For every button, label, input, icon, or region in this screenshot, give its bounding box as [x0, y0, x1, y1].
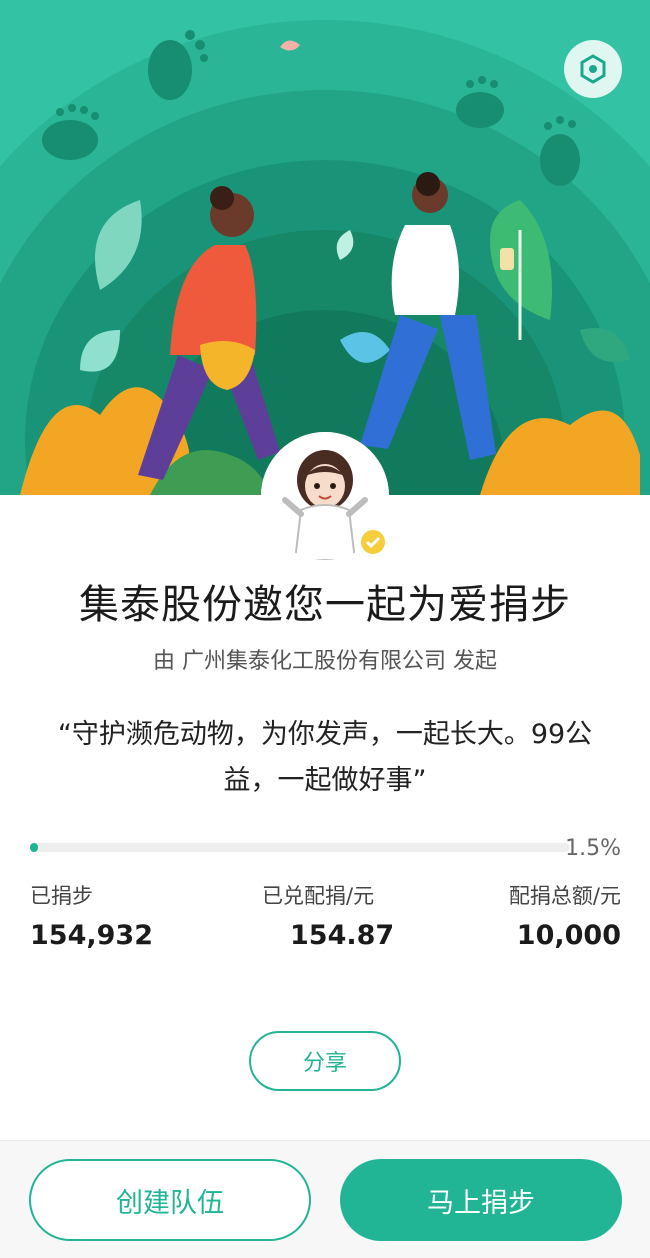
hero-banner — [0, 0, 650, 495]
hexagon-settings-icon — [580, 54, 606, 84]
donate-steps-button[interactable]: 马上捐步 — [340, 1159, 622, 1241]
page-title: 集泰股份邀您一起为爱捐步 — [79, 582, 571, 628]
initiator-text: 由 广州集泰化工股份有限公司 发起 — [153, 649, 497, 674]
progress-percent: 1.5% — [565, 836, 621, 861]
total-value: 10,000 — [516, 920, 621, 951]
progress-bar — [30, 843, 570, 852]
hero-illustration — [0, 0, 650, 495]
share-button[interactable]: 分享 — [249, 1031, 401, 1091]
settings-button[interactable] — [564, 40, 622, 98]
create-team-button[interactable]: 创建队伍 — [29, 1159, 311, 1241]
steps-value: 154,932 — [30, 920, 153, 951]
steps-label: 已捐步 — [30, 884, 93, 908]
matched-value: 154.87 — [290, 920, 395, 951]
total-label: 配捐总额/元 — [508, 884, 621, 908]
verified-badge-icon — [358, 527, 388, 557]
matched-label: 已兑配捐/元 — [262, 884, 375, 908]
campaign-quote: “守护濒危动物，为你发声，一起长大。99公益，一起做好事” — [57, 719, 593, 796]
progress-fill — [30, 843, 39, 852]
